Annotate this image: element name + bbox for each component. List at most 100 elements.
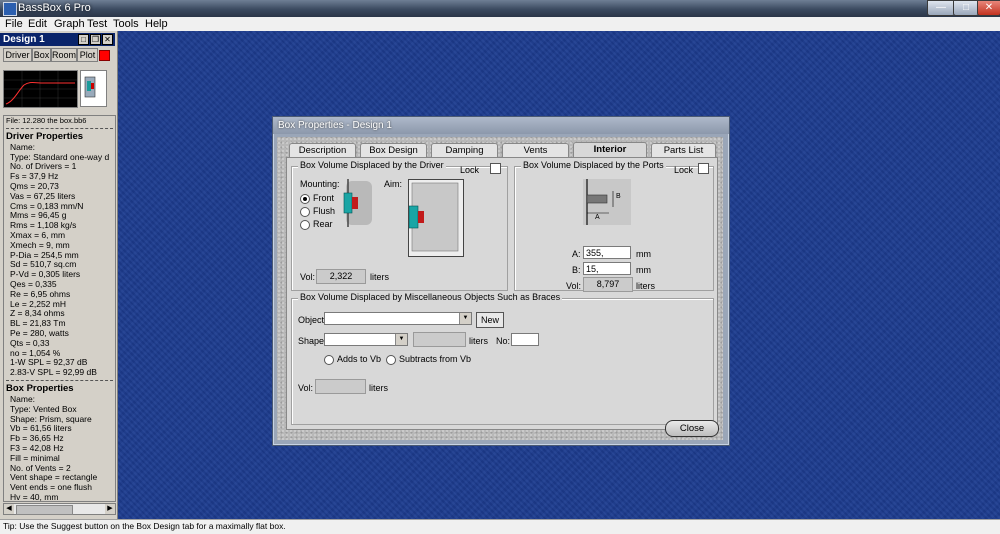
misc-vol-units: liters <box>369 383 389 393</box>
status-tip: Tip: Use the Suggest button on the Box D… <box>3 521 286 531</box>
misc-vol-value <box>315 379 366 394</box>
port-b-label: B: <box>572 265 581 275</box>
window-title: BassBox 6 Pro <box>18 2 91 14</box>
box-properties-dialog: Box Properties - Design 1 Description Bo… <box>272 116 730 446</box>
driver-group-title: Box Volume Displaced by the Driver <box>298 160 446 170</box>
aim-label: Aim: <box>384 179 402 189</box>
ports-vol-value: 8,797 <box>583 277 633 292</box>
aim-diagram <box>408 179 464 257</box>
object-label: Object: <box>298 315 327 325</box>
separator <box>6 127 113 129</box>
driver-volume-group: Box Volume Displaced by the Driver Lock … <box>291 160 508 291</box>
adds-to-vb-radio[interactable] <box>324 355 334 365</box>
port-diagram-a-label: A <box>595 214 600 221</box>
mount-rear-radio[interactable] <box>300 220 310 230</box>
close-dialog-button[interactable]: Close <box>665 420 719 437</box>
scroll-left-icon[interactable]: ◀ <box>4 504 14 514</box>
interior-tab-panel: Box Volume Displaced by the Driver Lock … <box>286 157 718 430</box>
box-thumbnail[interactable] <box>80 70 107 107</box>
window-titlebar: BassBox 6 Pro — □ ✕ <box>0 0 1000 17</box>
dialog-title: Box Properties - Design 1 <box>278 120 392 131</box>
mounting-diagram <box>340 177 374 229</box>
menu-edit[interactable]: Edit <box>28 17 47 31</box>
mount-flush-radio[interactable] <box>300 207 310 217</box>
ports-vol-label: Vol: <box>566 281 582 291</box>
response-graph-thumbnail[interactable] <box>3 70 78 108</box>
scroll-right-icon[interactable]: ▶ <box>105 504 115 514</box>
tab-box[interactable]: Box <box>32 48 51 62</box>
scroll-thumb[interactable] <box>16 505 73 515</box>
menu-help[interactable]: Help <box>145 17 168 31</box>
subtracts-from-vb-label: Subtracts from Vb <box>399 354 472 364</box>
misc-vol-label: Vol: <box>298 383 314 393</box>
tab-damping[interactable]: Damping <box>431 143 498 158</box>
shape-label: Shape: <box>298 336 327 346</box>
shape-liters-value <box>413 332 466 347</box>
design-panel-title: Design 1 <box>3 34 45 45</box>
close-window-button[interactable]: ✕ <box>977 0 1000 16</box>
port-diagram: B A <box>583 179 631 225</box>
mount-front-radio[interactable] <box>300 194 310 204</box>
tab-box-design[interactable]: Box Design <box>360 143 427 158</box>
ports-vol-units: liters <box>636 281 656 291</box>
ports-lock-label: Lock <box>674 165 694 175</box>
tab-room[interactable]: Room <box>51 48 77 62</box>
driver-properties-header: Driver Properties <box>6 130 84 142</box>
port-a-label: A: <box>572 249 581 259</box>
box-property-line: Hv = 40, mm <box>10 491 59 502</box>
driver-vol-label: Vol: <box>300 272 316 282</box>
file-label: File: 12.280 the box.bb6 <box>6 116 87 125</box>
design-panel-titlebar: Design 1 □ ❐ ✕ <box>0 33 115 46</box>
ports-volume-group: Box Volume Displaced by the Ports Lock B… <box>514 160 714 292</box>
tab-vents[interactable]: Vents <box>502 143 569 158</box>
chevron-down-icon[interactable]: ▼ <box>395 334 407 345</box>
shape-select[interactable]: ▼ <box>324 333 408 346</box>
red-indicator-icon[interactable] <box>99 50 110 61</box>
ports-group-title: Box Volume Displaced by the Ports <box>521 160 666 170</box>
dialog-titlebar[interactable]: Box Properties - Design 1 <box>273 117 729 134</box>
properties-hscrollbar[interactable]: ◀ ▶ <box>3 503 116 515</box>
tab-driver[interactable]: Driver <box>3 48 32 62</box>
menu-bar: File Edit Graph Test Tools Help <box>0 17 1000 32</box>
status-bar: Tip: Use the Suggest button on the Box D… <box>0 519 1000 534</box>
ports-lock-checkbox[interactable] <box>698 163 709 174</box>
mounting-label: Mounting: <box>300 179 340 189</box>
object-select[interactable]: ▼ <box>324 312 472 325</box>
tab-plot[interactable]: Plot <box>77 48 98 62</box>
mount-flush-label: Flush <box>313 206 336 216</box>
shape-liters-label: liters <box>469 336 489 346</box>
adds-to-vb-label: Adds to Vb <box>337 354 382 364</box>
driver-property-line: 2.83-V SPL = 92,99 dB <box>10 367 97 378</box>
save-icon[interactable]: □ <box>78 34 89 45</box>
app-icon <box>3 2 17 16</box>
mount-rear-label: Rear <box>313 219 333 229</box>
port-diagram-b-label: B <box>616 193 621 200</box>
minimize-button[interactable]: — <box>927 0 955 16</box>
tab-parts-list[interactable]: Parts List <box>651 143 716 158</box>
menu-file[interactable]: File <box>5 17 23 31</box>
no-input[interactable] <box>511 333 539 346</box>
close-icon[interactable]: ✕ <box>102 34 113 45</box>
mount-front-label: Front <box>313 193 335 203</box>
copy-icon[interactable]: ❐ <box>90 34 101 45</box>
new-object-button[interactable]: New <box>476 312 504 328</box>
menu-graph[interactable]: Graph <box>54 17 85 31</box>
menu-tools[interactable]: Tools <box>113 17 139 31</box>
tab-description[interactable]: Description <box>289 143 356 158</box>
port-a-units: mm <box>636 249 651 259</box>
properties-list: File: 12.280 the box.bb6 Driver Propertie… <box>3 115 116 502</box>
chevron-down-icon[interactable]: ▼ <box>459 313 471 324</box>
menu-test[interactable]: Test <box>87 17 107 31</box>
separator <box>6 379 113 381</box>
port-b-input[interactable]: 15, <box>583 262 631 275</box>
driver-vol-value: 2,322 <box>316 269 366 284</box>
port-a-input[interactable]: 355, <box>583 246 631 259</box>
subtracts-from-vb-radio[interactable] <box>386 355 396 365</box>
misc-group-title: Box Volume Displaced by Miscellaneous Ob… <box>298 292 563 302</box>
no-label: No: <box>496 336 511 346</box>
driver-lock-label: Lock <box>460 165 480 175</box>
dialog-body: Description Box Design Damping Vents Int… <box>277 137 723 440</box>
maximize-button[interactable]: □ <box>953 0 979 16</box>
driver-lock-checkbox[interactable] <box>490 163 501 174</box>
driver-vol-units: liters <box>370 272 390 282</box>
